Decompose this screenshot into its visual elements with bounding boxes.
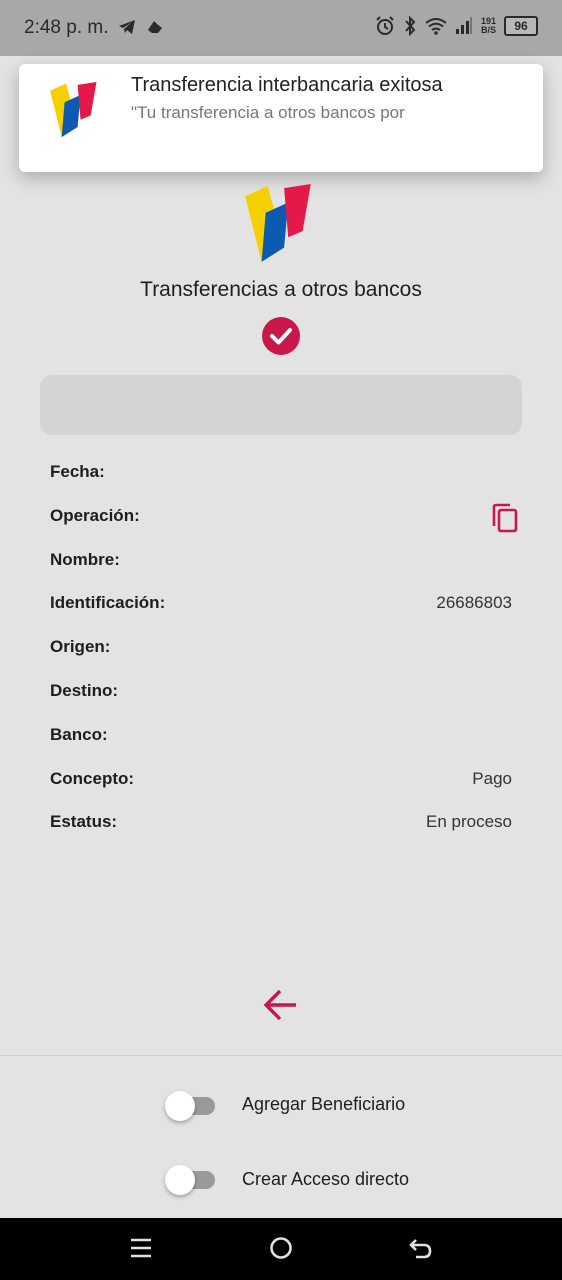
check-circle-icon — [262, 317, 300, 355]
back-nav-icon[interactable] — [409, 1236, 433, 1260]
detail-label: Destino: — [50, 681, 118, 700]
notification-banner[interactable]: Transferencia interbancaria exitosa "Tu … — [19, 64, 543, 172]
detail-row: Identificación: 26686803 — [50, 593, 512, 617]
detail-label: Nombre: — [50, 549, 120, 569]
create-shortcut-label: Crear Acceso directo — [242, 1169, 410, 1189]
status-bar: 2:48 p. m. 191 B/S 96 — [0, 0, 562, 56]
battery-indicator: 96 — [504, 16, 538, 36]
detail-value: En proceso — [426, 812, 512, 832]
detail-row: Banco: — [50, 725, 512, 749]
home-icon[interactable] — [269, 1236, 293, 1260]
page-title: Transferencias a otros bancos — [140, 278, 422, 301]
toggle-knob — [165, 1091, 195, 1121]
bluetooth-icon — [405, 16, 416, 36]
detail-row: Operación: — [50, 506, 512, 530]
add-beneficiary-label: Agregar Beneficiario — [242, 1094, 406, 1114]
toggle-knob — [165, 1165, 195, 1195]
app-notification-icon — [148, 21, 162, 33]
detail-label: Fecha: — [50, 462, 105, 481]
bank-logo-icon — [50, 82, 97, 138]
bank-logo — [245, 184, 311, 262]
copy-icon[interactable] — [490, 502, 520, 534]
detail-label: Origen: — [50, 637, 111, 657]
wifi-icon — [425, 18, 447, 35]
detail-label: Operación: — [50, 505, 140, 525]
detail-label: Identificación: — [50, 593, 166, 613]
system-navigation-bar — [0, 1218, 562, 1280]
arrow-left-icon[interactable] — [262, 988, 300, 1022]
detail-label: Banco: — [50, 724, 108, 744]
detail-row: Concepto: Pago — [50, 769, 512, 793]
detail-label: Estatus: — [50, 812, 118, 832]
add-beneficiary-toggle[interactable] — [165, 1090, 221, 1121]
detail-row: Origen: — [50, 637, 512, 661]
signal-icon — [455, 17, 472, 34]
detail-row: Estatus: En proceso — [50, 812, 512, 836]
create-shortcut-toggle[interactable] — [165, 1164, 221, 1195]
menu-icon[interactable] — [129, 1236, 153, 1260]
detail-row: Nombre: — [50, 550, 512, 574]
telegram-icon — [119, 20, 135, 34]
detail-value: 26686803 — [436, 593, 512, 613]
detail-row: Destino: — [50, 681, 512, 705]
detail-row: Fecha: — [50, 462, 512, 486]
alarm-icon — [376, 16, 394, 35]
detail-label: Concepto: — [50, 768, 135, 788]
divider — [0, 1055, 562, 1056]
status-time: 2:48 p. m. — [24, 17, 109, 38]
notification-title: Transferencia interbancaria exitosa — [131, 74, 443, 96]
amount-box — [40, 375, 522, 435]
detail-value: Pago — [472, 768, 512, 788]
notification-body: "Tu transferencia a otros bancos por — [131, 103, 405, 122]
network-speed: 191 B/S — [480, 16, 496, 35]
